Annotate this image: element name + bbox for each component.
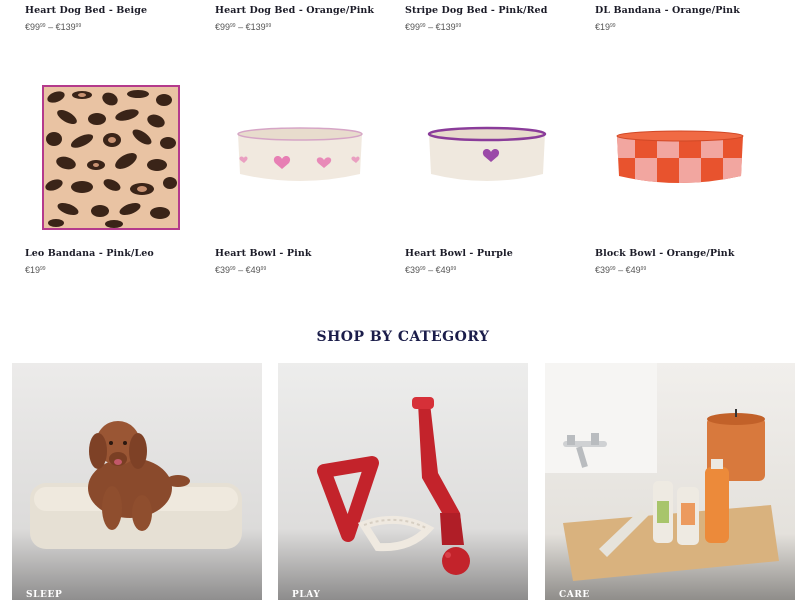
product-name[interactable]: Heart Bowl - Purple <box>405 248 575 259</box>
play-category-image <box>278 363 528 600</box>
product-card[interactable]: Block Bowl - Orange/Pink €3999 – €4999 <box>595 248 765 275</box>
product-name[interactable]: Leo Bandana - Pink/Leo <box>25 248 195 259</box>
product-card[interactable]: DL Bandana - Orange/Pink €1999 <box>595 5 765 32</box>
product-card[interactable]: Heart Bowl - Purple €3999 – €4999 <box>405 248 575 275</box>
product-card[interactable]: Stripe Dog Bed - Pink/Red €9999 – €13999 <box>405 5 575 32</box>
category-label[interactable]: SLEEP <box>26 590 62 600</box>
product-name[interactable]: Block Bowl - Orange/Pink <box>595 248 765 259</box>
product-card[interactable]: Heart Bowl - Pink €3999 – €4999 <box>215 248 385 275</box>
product-price: €9999 – €13999 <box>405 22 462 32</box>
care-category-image <box>545 363 795 600</box>
product-price: €1999 <box>595 22 616 32</box>
product-name[interactable]: Stripe Dog Bed - Pink/Red <box>405 5 575 16</box>
product-price: €9999 – €13999 <box>25 22 82 32</box>
category-label[interactable]: CARE <box>559 590 590 600</box>
product-card[interactable]: Heart Dog Bed - Orange/Pink €9999 – €139… <box>215 5 385 32</box>
category-card-care[interactable]: CARE <box>545 363 795 600</box>
product-price: €9999 – €13999 <box>215 22 272 32</box>
product-price: €3999 – €4999 <box>405 265 457 275</box>
category-card-sleep[interactable]: SLEEP <box>12 363 262 600</box>
product-price: €3999 – €4999 <box>595 265 647 275</box>
category-label[interactable]: PLAY <box>292 590 320 600</box>
product-name[interactable]: Heart Dog Bed - Orange/Pink <box>215 5 385 16</box>
sleep-category-image <box>12 363 262 600</box>
category-card-play[interactable]: PLAY <box>278 363 528 600</box>
product-price: €1999 <box>25 265 46 275</box>
section-title: SHOP BY CATEGORY <box>316 329 490 345</box>
leopard-bandana-image[interactable] <box>42 85 180 230</box>
product-card[interactable]: Leo Bandana - Pink/Leo €1999 <box>25 248 195 275</box>
product-name[interactable]: Heart Dog Bed - Beige <box>25 5 195 16</box>
product-card[interactable]: Heart Dog Bed - Beige €9999 – €13999 <box>25 5 195 32</box>
product-price: €3999 – €4999 <box>215 265 267 275</box>
product-name[interactable]: Heart Bowl - Pink <box>215 248 385 259</box>
block-bowl-image[interactable] <box>613 128 747 188</box>
pink-heart-bowl-image[interactable] <box>232 126 368 188</box>
purple-heart-bowl-image[interactable] <box>425 126 549 188</box>
product-name[interactable]: DL Bandana - Orange/Pink <box>595 5 765 16</box>
